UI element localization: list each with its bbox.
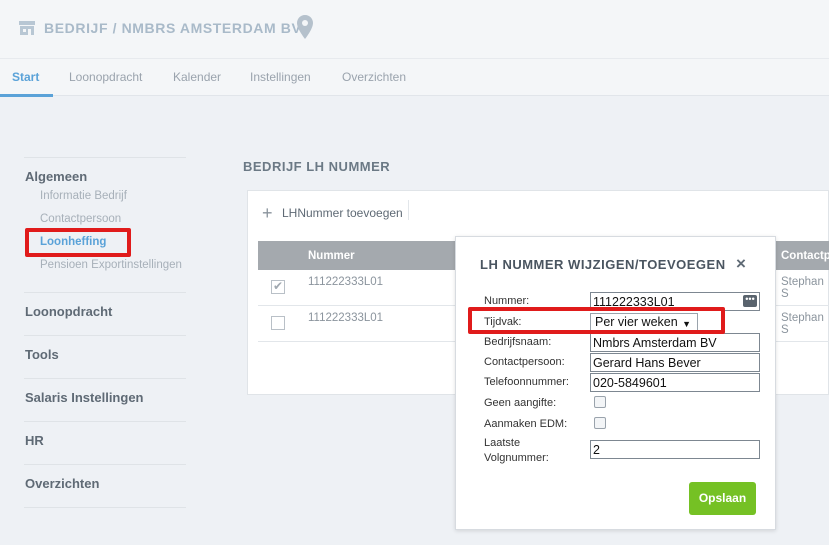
building-icon xyxy=(19,21,35,35)
label-volgnummer: Volgnummer: xyxy=(484,452,549,464)
sidebar-divider xyxy=(24,378,186,379)
add-lhnummer-label: LHNummer toevoegen xyxy=(282,206,403,220)
bedrijfsnaam-field[interactable]: Nmbrs Amsterdam BV xyxy=(590,333,760,352)
contactpersoon-field[interactable]: Gerard Hans Bever xyxy=(590,353,760,372)
sidebar-section-salaris-instellingen[interactable]: Salaris Instellingen xyxy=(25,390,144,405)
plus-icon: + xyxy=(262,203,273,223)
label-bedrijfsnaam: Bedrijfsnaam: xyxy=(484,336,552,348)
telefoonnummer-field[interactable]: 020-5849601 xyxy=(590,373,760,392)
dialog-title: LH NUMMER WIJZIGEN/TOEVOEGEN xyxy=(480,257,726,272)
tab-loonopdracht[interactable]: Loonopdracht xyxy=(69,70,142,84)
sidebar-divider xyxy=(24,421,186,422)
label-laatste: Laatste xyxy=(484,437,521,449)
label-aanmaken-edm: Aanmaken EDM: xyxy=(484,418,568,430)
section-title: BEDRIJF LH NUMMER xyxy=(243,159,391,174)
sidebar-divider xyxy=(24,507,186,508)
volgnummer-field[interactable]: 2 xyxy=(590,440,760,459)
save-button[interactable]: Opslaan xyxy=(689,482,756,515)
sidebar-divider xyxy=(24,464,186,465)
label-contactpersoon: Contactpersoon: xyxy=(484,356,565,368)
sidebar-item-pensioen-export[interactable]: Pensioen Exportinstellingen xyxy=(40,259,182,271)
page-header: BEDRIJF / NMBRS AMSTERDAM BV xyxy=(0,0,829,58)
sidebar-item-informatie-bedrijf[interactable]: Informatie Bedrijf xyxy=(40,190,127,202)
tab-kalender[interactable]: Kalender xyxy=(173,70,221,84)
row-checkbox[interactable]: ✔ xyxy=(271,279,285,294)
active-tab-indicator xyxy=(0,94,53,97)
sidebar-section-algemeen[interactable]: Algemeen xyxy=(25,169,87,184)
highlight-box-loonheffing xyxy=(25,228,131,257)
sidebar-section-overzichten[interactable]: Overzichten xyxy=(25,476,99,491)
row-contact: Stephan S xyxy=(781,276,824,300)
label-geen-aangifte: Geen aangifte: xyxy=(484,397,557,409)
page-title: BEDRIJF / NMBRS AMSTERDAM BV xyxy=(44,20,302,36)
tab-overzichten[interactable]: Overzichten xyxy=(342,70,406,84)
add-lhnummer-button[interactable]: + LHNummer toevoegen xyxy=(262,203,403,224)
sidebar-divider xyxy=(24,335,186,336)
sidebar-divider xyxy=(24,157,186,158)
lh-number-dialog: LH NUMMER WIJZIGEN/TOEVOEGEN × Nummer: 1… xyxy=(455,236,776,530)
map-pin-icon[interactable] xyxy=(296,14,314,40)
tab-instellingen[interactable]: Instellingen xyxy=(250,70,311,84)
sidebar-section-loonopdracht[interactable]: Loonopdracht xyxy=(25,304,112,319)
highlight-box-tijdvak xyxy=(468,307,725,334)
aanmaken-edm-checkbox[interactable] xyxy=(594,417,606,429)
label-telefoonnummer: Telefoonnummer: xyxy=(484,376,569,388)
sidebar-divider xyxy=(24,292,186,293)
column-header-nummer[interactable]: Nummer xyxy=(308,250,355,262)
tab-start[interactable]: Start xyxy=(12,70,39,84)
main-tabs: Start Loonopdracht Kalender Instellingen… xyxy=(0,58,829,97)
row-contact: Stephan S xyxy=(781,312,824,336)
row-nummer: 111222333L01 xyxy=(308,312,384,324)
sidebar-section-tools[interactable]: Tools xyxy=(25,347,59,362)
toolbar-divider xyxy=(408,200,409,220)
close-icon[interactable]: × xyxy=(736,254,746,274)
more-options-icon[interactable]: ••• xyxy=(743,295,757,307)
column-header-contactpersoon[interactable]: Contactp xyxy=(781,250,829,262)
sidebar-item-contactpersoon[interactable]: Contactpersoon xyxy=(40,213,121,225)
row-checkbox[interactable] xyxy=(271,316,285,330)
checkmark-icon: ✔ xyxy=(273,279,284,293)
geen-aangifte-checkbox[interactable] xyxy=(594,396,606,408)
row-nummer: 111222333L01 xyxy=(308,276,384,288)
sidebar-section-hr[interactable]: HR xyxy=(25,433,44,448)
